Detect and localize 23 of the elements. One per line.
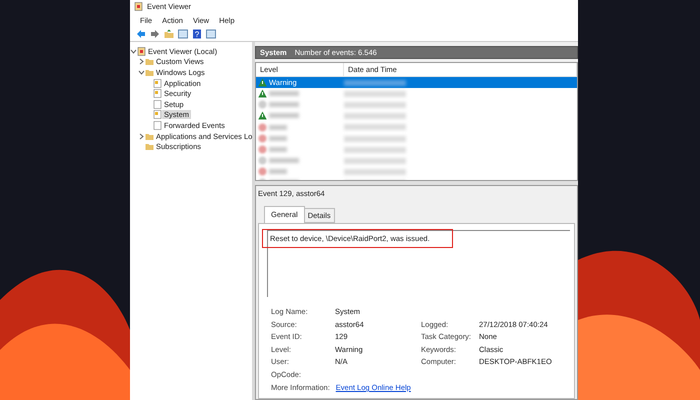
event-viewer-icon <box>134 2 143 11</box>
error-icon <box>258 167 267 176</box>
back-arrow-icon[interactable] <box>136 29 146 39</box>
warning-icon <box>258 78 267 87</box>
chevron-down-icon[interactable] <box>130 48 137 55</box>
chevron-right-icon[interactable] <box>138 58 145 66</box>
log-icon <box>153 110 162 120</box>
info-icon <box>258 100 267 110</box>
log-icon <box>153 120 162 130</box>
chevron-right-icon[interactable] <box>138 132 145 140</box>
help-icon[interactable]: ? <box>192 29 202 39</box>
warning-icon <box>258 111 267 120</box>
forward-arrow-icon[interactable] <box>150 29 160 39</box>
folder-up-icon[interactable] <box>164 29 174 39</box>
log-icon <box>153 78 162 88</box>
panel-icon[interactable] <box>178 29 188 39</box>
log-icon <box>153 100 162 109</box>
panel-icon[interactable] <box>206 29 216 39</box>
event-viewer-icon <box>137 46 146 56</box>
info-icon <box>258 156 267 166</box>
warning-icon <box>258 88 267 98</box>
chevron-down-icon[interactable] <box>138 68 145 76</box>
log-icon <box>153 89 162 98</box>
